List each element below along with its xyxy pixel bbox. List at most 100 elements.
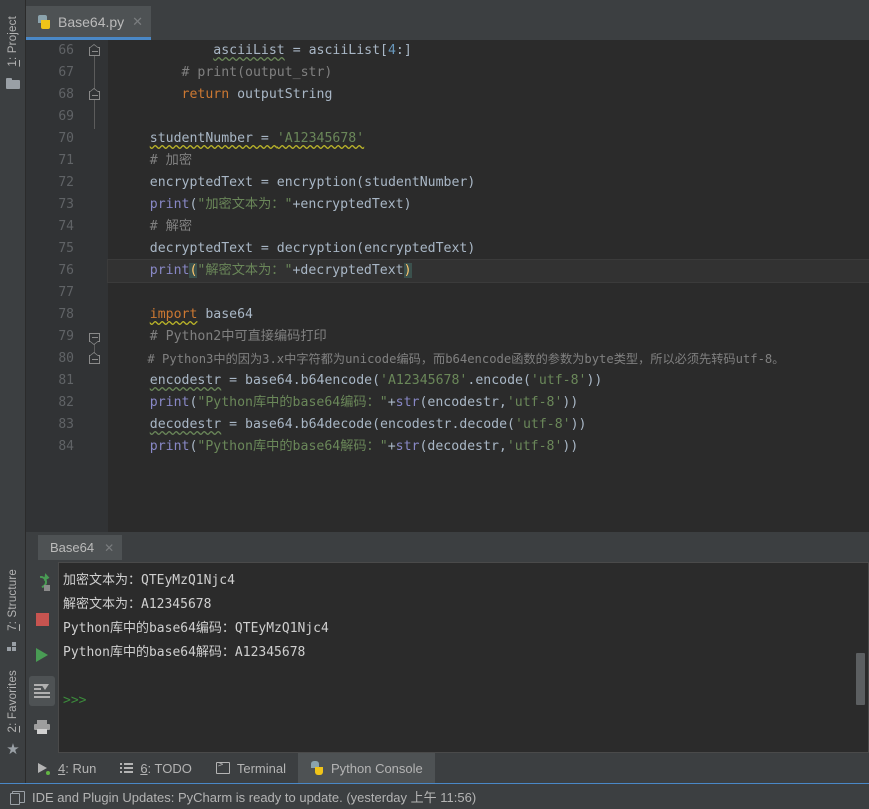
line-number: 76 xyxy=(58,263,74,278)
sidebar-item-project[interactable]: 1: Project xyxy=(0,8,26,89)
line-number: 69 xyxy=(58,109,74,124)
fold-marker-expand[interactable] xyxy=(89,331,100,345)
tool-window-terminal[interactable]: Terminal xyxy=(204,753,298,783)
editor-gutter[interactable]: 66 67 68 69 70 71 72 73 74 75 76 77 78 7… xyxy=(26,40,108,532)
print-button[interactable] xyxy=(26,712,58,742)
code-line-78: import base64 xyxy=(149,307,253,322)
line-number: 78 xyxy=(58,307,74,322)
terminal-icon xyxy=(215,760,230,774)
line-number: 84 xyxy=(58,439,74,454)
scroll-to-end-button[interactable] xyxy=(29,676,55,706)
project-label: 1: Project xyxy=(7,16,19,67)
console-prompt: >>> xyxy=(63,693,87,708)
sidebar-item-structure[interactable]: 7: Structure xyxy=(0,565,26,652)
close-icon[interactable]: ✕ xyxy=(104,541,114,555)
line-number: 75 xyxy=(58,241,74,256)
star-icon: ★ xyxy=(6,741,20,758)
fold-marker-collapse[interactable] xyxy=(89,88,100,100)
python-console-icon xyxy=(310,761,324,775)
tool-window-run-accel: 4 xyxy=(58,760,66,776)
todo-icon xyxy=(120,762,134,774)
sidebar-item-favorites[interactable]: 2: Favorites ★ xyxy=(0,666,26,758)
console-output-line: 加密文本为：QTEyMzQ1Njc4 xyxy=(63,573,235,588)
console-tab-base64[interactable]: Base64 ✕ xyxy=(38,535,123,560)
line-number: 73 xyxy=(58,197,74,212)
console-toolbar: » xyxy=(26,562,58,765)
left-rail-top-group: 1: Project xyxy=(0,8,26,89)
code-line-80: # Python3中的因为3.x中字符都为unicode编码，而b64encod… xyxy=(118,352,785,366)
tool-window-python-console-label: Python Console xyxy=(330,760,423,776)
console-tabbar: Base64 ✕ xyxy=(26,532,869,562)
structure-label: 7: Structure xyxy=(7,568,19,631)
tool-window-todo[interactable]: 6: TODO xyxy=(108,753,204,783)
fold-marker-collapse[interactable] xyxy=(89,44,100,56)
code-line-72: encryptedText = encryption(studentNumber… xyxy=(118,175,476,190)
console-output-line: Python库中的base64编码：QTEyMzQ1Njc4 xyxy=(63,621,329,636)
tool-window-todo-label: : TODO xyxy=(147,760,192,776)
code-line-67: # print(output_str) xyxy=(118,65,333,80)
line-number: 70 xyxy=(58,131,74,146)
console-output-line: Python库中的base64解码：A12345678 xyxy=(63,645,306,660)
line-number: 83 xyxy=(58,417,74,432)
code-line-81: encodestr = base64.b64encode('A12345678'… xyxy=(149,373,603,388)
code-editor[interactable]: 66 67 68 69 70 71 72 73 74 75 76 77 78 7… xyxy=(26,40,869,532)
window-icon xyxy=(10,790,25,805)
code-content[interactable]: asciiList = asciiList[4:] # print(output… xyxy=(107,40,869,532)
status-message[interactable]: IDE and Plugin Updates: PyCharm is ready… xyxy=(32,787,476,806)
code-line-83: decodestr = base64.b64decode(encodestr.d… xyxy=(149,417,587,432)
pycharm-window: 1: Project 7: Structure 2: Favorites ★ B… xyxy=(0,0,869,809)
bottom-tool-window-bar: 4: Run 6: TODO Terminal Python Console xyxy=(26,753,869,783)
editor-tab-base64[interactable]: Base64.py ✕ xyxy=(26,6,152,40)
code-line-84: print("Python库中的base64解码："+str(decodestr… xyxy=(149,439,579,454)
stop-icon xyxy=(35,612,49,626)
line-number: 71 xyxy=(58,153,74,168)
console-body: » 加密文本为：QTEyMzQ1Njc4 解密文本为：A12345678 Pyt… xyxy=(26,562,869,765)
tool-window-python-console[interactable]: Python Console xyxy=(297,753,435,783)
line-number: 77 xyxy=(58,285,74,300)
line-number: 81 xyxy=(58,373,74,388)
line-number: 82 xyxy=(58,395,74,410)
rerun-button[interactable] xyxy=(26,568,58,598)
console-output[interactable]: 加密文本为：QTEyMzQ1Njc4 解密文本为：A12345678 Pytho… xyxy=(58,562,869,753)
code-line-74: # 解密 xyxy=(118,219,193,234)
code-line-75: decryptedText = decryption(encryptedText… xyxy=(118,241,476,256)
line-number: 68 xyxy=(26,84,108,106)
python-file-icon xyxy=(36,14,52,30)
run-icon xyxy=(36,648,48,662)
line-number: 80 xyxy=(26,348,108,370)
run-button[interactable] xyxy=(26,640,58,670)
code-line-76: print("解密文本为："+decryptedText) xyxy=(107,259,869,283)
line-number: 79 xyxy=(26,326,108,348)
line-number: 66 xyxy=(26,40,108,62)
line-number: 74 xyxy=(58,219,74,234)
tool-window-todo-accel: 6 xyxy=(140,760,148,776)
left-tool-rail: 1: Project 7: Structure 2: Favorites ★ xyxy=(0,0,26,783)
code-line-73: print("加密文本为："+encryptedText) xyxy=(149,197,412,212)
tool-window-run[interactable]: 4: Run xyxy=(26,753,108,783)
line-number: 72 xyxy=(58,175,74,190)
tool-window-run-label: : Run xyxy=(65,760,97,776)
status-bar: IDE and Plugin Updates: PyCharm is ready… xyxy=(0,783,869,809)
favorites-label: 2: Favorites xyxy=(7,669,19,733)
editor-tab-label: Base64.py xyxy=(58,13,125,30)
run-small-icon xyxy=(38,762,51,775)
editor-tabbar: Base64.py ✕ xyxy=(26,0,869,40)
stop-button[interactable] xyxy=(26,604,58,634)
code-line-66: asciiList = asciiList[4:] xyxy=(213,43,412,58)
scroll-to-end-icon xyxy=(34,684,50,698)
folder-icon xyxy=(6,77,20,89)
print-icon xyxy=(34,720,50,734)
console-tab-label: Base64 xyxy=(50,540,95,555)
code-line-79: # Python2中可直接编码打印 xyxy=(118,329,327,344)
console-scrollbar[interactable] xyxy=(856,653,865,705)
rerun-icon xyxy=(32,573,51,591)
tool-window-terminal-label: Terminal xyxy=(236,760,286,776)
code-line-82: print("Python库中的base64编码："+str(encodestr… xyxy=(149,395,579,410)
left-rail-bottom-group: 7: Structure 2: Favorites ★ xyxy=(0,565,26,757)
fold-marker-collapse[interactable] xyxy=(89,352,100,364)
close-icon[interactable]: ✕ xyxy=(132,14,143,30)
console-output-line: 解密文本为：A12345678 xyxy=(63,597,212,612)
code-line-68: return outputString xyxy=(181,87,333,102)
